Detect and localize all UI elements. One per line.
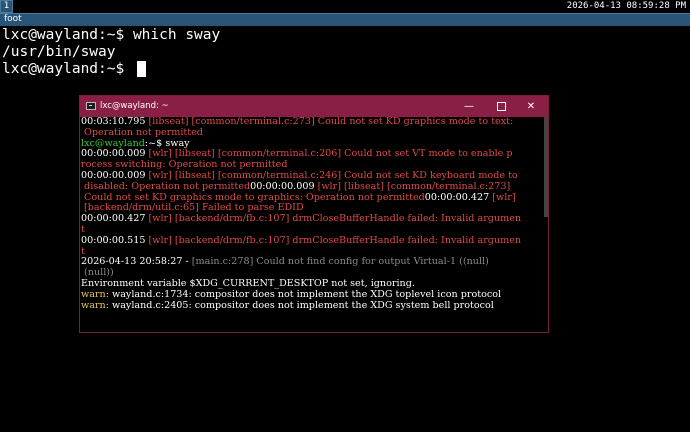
console-title-bar[interactable]: lxc@wayland: ~ — ✕ xyxy=(80,96,548,117)
console-line: lxc@wayland:~$ sway xyxy=(81,139,548,150)
maximize-button[interactable] xyxy=(486,96,516,117)
window-title: foot xyxy=(4,14,22,24)
console-text: :~$ sway xyxy=(144,138,190,149)
console-text: [wlr] [libseat] [common/terminal.c:273] xyxy=(317,181,511,192)
maximize-icon xyxy=(496,101,506,111)
console-text: rocess switching: Operation not permitte… xyxy=(81,160,288,171)
console-text: 00:00:00.009 xyxy=(250,181,318,192)
terminal-cursor xyxy=(136,61,146,77)
console-output[interactable]: 00:03:10.795 [libseat] [common/terminal.… xyxy=(81,117,548,332)
console-text: wayland.c:1734: compositor does not impl… xyxy=(111,289,502,300)
console-line: Could not set KD graphics mode to graphi… xyxy=(81,193,548,204)
console-text: [wlr] xyxy=(492,192,516,203)
console-text: [wlr] [backend/drm/fb.c:107] drmCloseBuf… xyxy=(148,214,522,225)
console-text: [wlr] [libseat] [common/terminal.c:206] … xyxy=(148,149,513,160)
console-line: warn: wayland.c:2405: compositor does no… xyxy=(81,301,548,312)
clock: 2026-04-13 08:59:28 PM xyxy=(566,1,686,11)
console-line: (null)) xyxy=(81,268,548,279)
console-line: rocess switching: Operation not permitte… xyxy=(81,160,548,171)
console-line: Environment variable $XDG_CURRENT_DESKTO… xyxy=(81,279,548,290)
console-text: 00:03:10.795 xyxy=(81,117,149,127)
console-icon xyxy=(86,102,96,110)
status-bar: 1 2026-04-13 08:59:28 PM xyxy=(0,0,690,13)
minimize-button[interactable]: — xyxy=(454,96,484,117)
workspace-button[interactable]: 1 xyxy=(0,0,13,13)
console-text: Could not set KD graphics mode to graphi… xyxy=(81,192,425,203)
console-line: warn: wayland.c:1734: compositor does no… xyxy=(81,290,548,301)
console-text: [wlr] [libseat] [common/terminal.c:246] … xyxy=(148,170,518,181)
terminal-line: /usr/bin/sway xyxy=(2,44,116,60)
console-line: 00:00:00.009 [wlr] [libseat] [common/ter… xyxy=(81,149,548,160)
terminal-line: lxc@wayland:~$ which sway xyxy=(2,27,221,43)
console-text: t xyxy=(81,246,85,257)
terminal-prompt-line: lxc@wayland:~$ xyxy=(2,61,690,78)
console-line: 00:00:00.515 [wlr] [backend/drm/fb.c:107… xyxy=(81,236,548,247)
console-line: t xyxy=(81,247,548,258)
console-text: t xyxy=(81,224,85,235)
console-text: [libseat] [common/terminal.c:273] Could … xyxy=(148,117,514,127)
console-text: 00:00:00.427 xyxy=(81,214,149,225)
console-line: [backend/drm/util.c:65] Failed to parse … xyxy=(81,203,548,214)
console-text: 00:00:00.009 xyxy=(81,149,149,160)
console-scrollbar[interactable] xyxy=(544,117,548,217)
console-title: lxc@wayland: ~ xyxy=(100,101,169,111)
console-text: warn: xyxy=(81,289,112,300)
console-line: t xyxy=(81,225,548,236)
console-text: [wlr] [backend/drm/fb.c:107] drmCloseBuf… xyxy=(148,235,522,246)
console-text: disabled: Operation not permitted xyxy=(81,181,251,192)
window-title-bar[interactable]: foot xyxy=(0,13,690,26)
console-text: [backend/drm/util.c:65] Failed to parse … xyxy=(81,203,304,214)
console-text: 00:00:00.427 xyxy=(424,192,493,203)
console-line: 2026-04-13 20:58:27 - [main.c:278] Could… xyxy=(81,257,548,268)
console-text: warn: xyxy=(81,300,112,311)
console-text: 00:00:00.515 xyxy=(81,235,149,246)
console-line: Operation not permitted xyxy=(81,128,548,139)
console-text: 2026-04-13 20:58:27 - xyxy=(81,257,192,268)
console-line: 00:00:00.009 [wlr] [libseat] [common/ter… xyxy=(81,171,548,182)
console-text: Operation not permitted xyxy=(81,127,203,138)
console-text: (null)) xyxy=(81,268,114,279)
terminal-prompt: lxc@wayland:~$ xyxy=(2,61,133,77)
console-line: disabled: Operation not permitted00:00:0… xyxy=(81,182,548,193)
console-line: 00:00:00.427 [wlr] [backend/drm/fb.c:107… xyxy=(81,214,548,225)
console-text: 00:00:00.009 xyxy=(81,170,149,181)
console-window[interactable]: lxc@wayland: ~ — ✕ 00:03:10.795 [libseat… xyxy=(79,95,549,333)
console-text: wayland.c:2405: compositor does not impl… xyxy=(111,300,494,311)
close-button[interactable]: ✕ xyxy=(516,96,546,117)
console-text: lxc@wayland xyxy=(81,138,145,149)
console-text: [main.c:278] Could not find config for o… xyxy=(191,257,489,268)
console-line: 00:03:10.795 [libseat] [common/terminal.… xyxy=(81,117,548,128)
console-text: Environment variable $XDG_CURRENT_DESKTO… xyxy=(81,278,415,289)
